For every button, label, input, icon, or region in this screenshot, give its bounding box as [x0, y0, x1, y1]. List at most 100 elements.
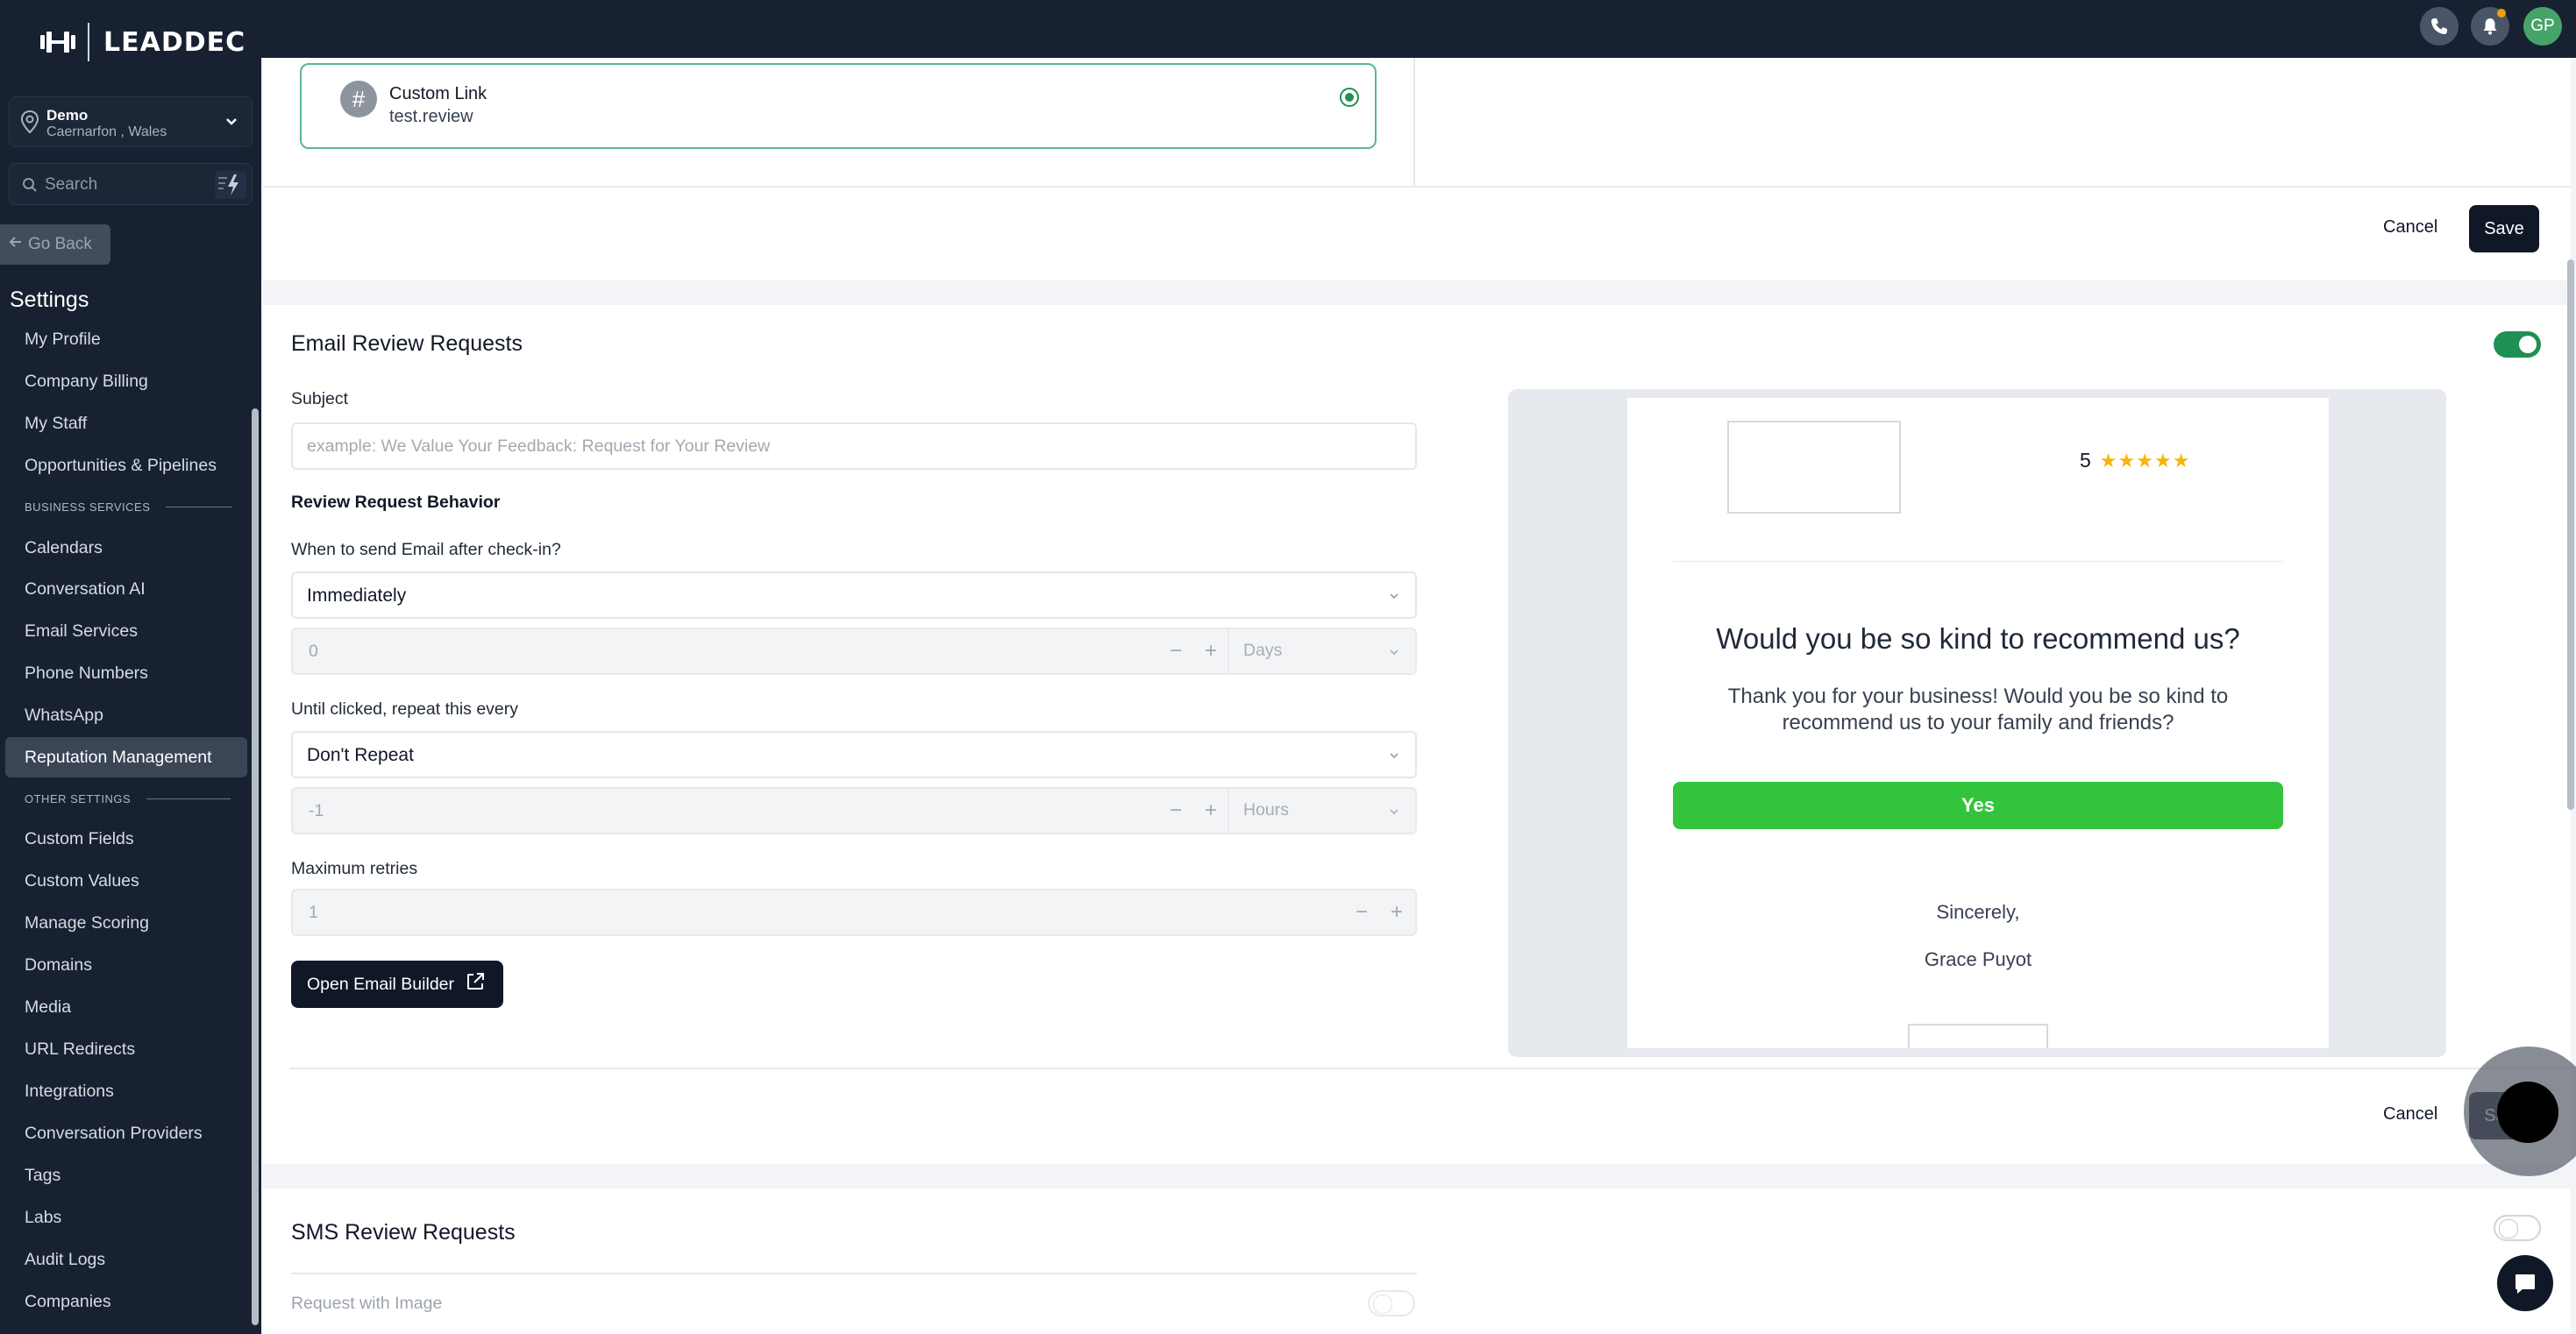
delay-unit-select[interactable]: Days: [1228, 629, 1415, 673]
sidebar-item-email-services[interactable]: Email Services: [25, 621, 138, 642]
sidebar-item-company-billing[interactable]: Company Billing: [25, 372, 148, 392]
main-scrollbar[interactable]: [2567, 259, 2574, 810]
sidebar-item-phone-numbers[interactable]: Phone Numbers: [25, 663, 148, 684]
open-email-builder-button[interactable]: Open Email Builder: [291, 961, 503, 1008]
brand-logo[interactable]: LEADDEC: [39, 23, 246, 61]
search-icon: [22, 177, 38, 197]
sidebar-item-opportunities[interactable]: Opportunities & Pipelines: [25, 456, 217, 476]
subject-label: Subject: [291, 389, 349, 408]
email-heading: Would you be so kind to recommend us?: [1716, 622, 2240, 655]
external-link-icon: [465, 971, 486, 997]
sidebar-item-whatsapp[interactable]: WhatsApp: [25, 706, 103, 726]
rating-summary: 5 ★★★★★: [2080, 449, 2190, 472]
save-button[interactable]: Save: [2469, 205, 2539, 252]
review-link-card: # Custom Link test.review Cancel Save: [263, 58, 2571, 280]
notifications-button[interactable]: [2471, 7, 2509, 46]
max-retries-label: Maximum retries: [291, 859, 418, 878]
sms-review-card: SMS Review Requests Request with Image: [263, 1189, 2571, 1334]
bolt-icon: [218, 174, 238, 195]
chat-button[interactable]: [2497, 1255, 2553, 1311]
subject-placeholder: example: We Value Your Feedback: Request…: [307, 436, 771, 456]
minus-icon[interactable]: −: [1347, 898, 1377, 927]
chevron-down-icon: [224, 114, 239, 134]
go-back-button[interactable]: Go Back: [0, 224, 110, 265]
custom-link-radio[interactable]: [1340, 88, 1359, 107]
cancel-button[interactable]: Cancel: [2383, 217, 2438, 238]
dumbbell-icon: [39, 30, 77, 54]
sms-enabled-toggle[interactable]: [2494, 1215, 2541, 1241]
email-body: Thank you for your business! Would you b…: [1727, 685, 2229, 734]
delay-input[interactable]: 0 − + Days: [291, 628, 1417, 675]
email-enabled-toggle[interactable]: [2494, 331, 2541, 358]
sidebar-item-custom-values[interactable]: Custom Values: [25, 871, 139, 891]
minus-icon[interactable]: −: [1161, 636, 1191, 666]
request-with-image-label: Request with Image: [291, 1294, 443, 1313]
sidebar-item-audit-logs[interactable]: Audit Logs: [25, 1250, 105, 1270]
chevron-down-icon: [1387, 645, 1401, 663]
floating-button-dot[interactable]: [2497, 1082, 2558, 1143]
sidebar-item-tags[interactable]: Tags: [25, 1166, 60, 1186]
when-select[interactable]: Immediately: [291, 571, 1417, 619]
top-bar: GP: [261, 0, 2576, 58]
sidebar-section-business: BUSINESS SERVICES: [25, 500, 233, 514]
plus-icon[interactable]: +: [1196, 636, 1226, 666]
cancel-button[interactable]: Cancel: [2383, 1104, 2438, 1125]
email-template: 5 ★★★★★ Would you be so kind to recommen…: [1627, 398, 2329, 1048]
sidebar-item-conversation-providers[interactable]: Conversation Providers: [25, 1124, 203, 1144]
repeat-unit: Hours: [1243, 800, 1290, 820]
plus-icon[interactable]: +: [1196, 796, 1226, 826]
divider: [289, 1068, 2571, 1069]
when-value: Immediately: [307, 585, 407, 606]
quick-actions-button[interactable]: [215, 171, 246, 199]
sidebar-item-conversation-ai[interactable]: Conversation AI: [25, 579, 146, 600]
request-with-image-toggle[interactable]: [1368, 1290, 1415, 1316]
notification-dot: [2497, 9, 2506, 18]
minus-icon[interactable]: −: [1161, 796, 1191, 826]
phone-button[interactable]: [2420, 7, 2459, 46]
hash-icon: #: [340, 81, 377, 117]
star-rating-icon: ★★★★★: [2099, 449, 2191, 472]
settings-heading: Settings: [10, 287, 89, 312]
repeat-interval-input[interactable]: -1 − + Hours: [291, 787, 1417, 834]
chat-icon: [2516, 1274, 2535, 1294]
sidebar-item-url-redirects[interactable]: URL Redirects: [25, 1040, 135, 1060]
go-back-label: Go Back: [28, 235, 92, 253]
sidebar-item-integrations[interactable]: Integrations: [25, 1082, 114, 1102]
max-retries-input[interactable]: 1 − +: [291, 889, 1417, 936]
email-preview: 5 ★★★★★ Would you be so kind to recommen…: [1508, 389, 2446, 1057]
sidebar-search[interactable]: Search: [9, 163, 253, 205]
max-retries-value: 1: [309, 903, 318, 922]
repeat-unit-select[interactable]: Hours: [1228, 789, 1415, 833]
email-section-title: Email Review Requests: [291, 331, 523, 356]
divider: [291, 1273, 1417, 1274]
sidebar-item-calendars[interactable]: Calendars: [25, 538, 103, 558]
repeat-select[interactable]: Don't Repeat: [291, 731, 1417, 778]
sidebar-scrollbar[interactable]: [252, 408, 259, 1325]
sidebar-item-my-staff[interactable]: My Staff: [25, 414, 87, 434]
sidebar-item-media[interactable]: Media: [25, 997, 71, 1018]
subject-input[interactable]: example: We Value Your Feedback: Request…: [291, 422, 1417, 470]
sidebar-item-custom-fields[interactable]: Custom Fields: [25, 829, 134, 849]
avatar[interactable]: GP: [2523, 7, 2562, 46]
logo-divider: [88, 23, 89, 61]
behavior-heading: Review Request Behavior: [291, 493, 501, 512]
sidebar-item-reputation[interactable]: Reputation Management: [5, 737, 247, 777]
sidebar-item-manage-scoring[interactable]: Manage Scoring: [25, 913, 149, 933]
open-email-builder-label: Open Email Builder: [307, 974, 454, 994]
email-yes-button: Yes: [1673, 782, 2283, 829]
sidebar-item-domains[interactable]: Domains: [25, 955, 92, 976]
custom-link-option[interactable]: # Custom Link test.review: [300, 63, 1377, 149]
plus-icon[interactable]: +: [1382, 898, 1412, 927]
custom-link-title: Custom Link: [389, 84, 487, 103]
phone-icon: [2431, 18, 2447, 34]
main-content: # Custom Link test.review Cancel Save Em…: [263, 58, 2576, 1334]
email-divider: [1673, 561, 2283, 562]
sidebar-item-labs[interactable]: Labs: [25, 1208, 61, 1228]
divider: [263, 186, 2571, 188]
location-switcher[interactable]: Demo Caernarfon , Wales: [9, 96, 253, 147]
sidebar-item-my-profile[interactable]: My Profile: [25, 330, 101, 350]
custom-link-value: test.review: [389, 107, 473, 126]
repeat-label: Until clicked, repeat this every: [291, 699, 519, 719]
sidebar-item-companies[interactable]: Companies: [25, 1292, 111, 1312]
arrow-left-icon: [9, 235, 23, 254]
